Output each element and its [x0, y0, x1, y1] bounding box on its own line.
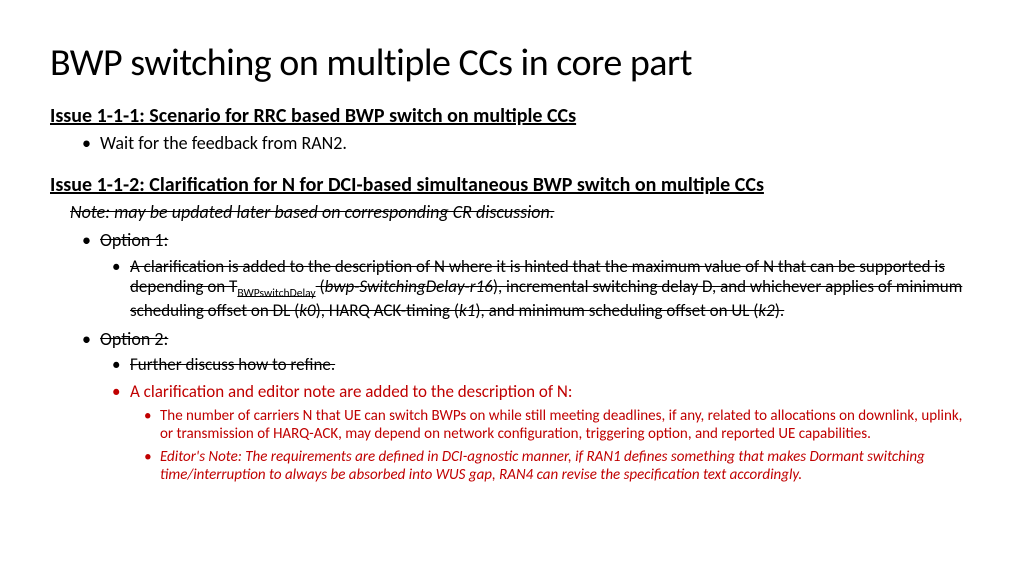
opt1-mid1: (: [316, 276, 325, 297]
slide-title: BWP switching on multiple CCs in core pa…: [50, 40, 974, 86]
option-2-red-sub2: Editor's Note: The requirements are defi…: [160, 449, 974, 484]
option-2-label: Option 2:: [100, 328, 974, 351]
opt1-mid3: ), HARQ ACK-timing (: [316, 300, 459, 321]
opt1-em1: bwp-SwitchingDelay-r16: [325, 276, 493, 297]
opt1-em2: k0: [299, 300, 315, 321]
option-1-text: A clarification is added to the descript…: [130, 257, 974, 322]
opt1-end: ).: [775, 300, 784, 321]
option-2-red-lead: A clarification and editor note are adde…: [130, 382, 974, 402]
option-2-struck: Further discuss how to refine.: [130, 355, 974, 375]
opt1-mid4: ), and minimum scheduling offset on UL (: [475, 300, 758, 321]
opt1-em3: k1: [459, 300, 475, 321]
option-1-label: Option 1:: [100, 229, 974, 252]
issue-2-note: Note: may be updated later based on corr…: [70, 201, 974, 223]
opt1-em4: k2: [758, 300, 774, 321]
opt1-subscript: BWPswitchDelay: [237, 287, 315, 301]
option-2-red-sub1: The number of carriers N that UE can swi…: [160, 408, 974, 443]
issue-1-bullet: Wait for the feedback from RAN2.: [100, 132, 974, 155]
issue-1-heading: Issue 1-1-1: Scenario for RRC based BWP …: [50, 104, 974, 128]
issue-2-heading: Issue 1-1-2: Clarification for N for DCI…: [50, 173, 974, 197]
